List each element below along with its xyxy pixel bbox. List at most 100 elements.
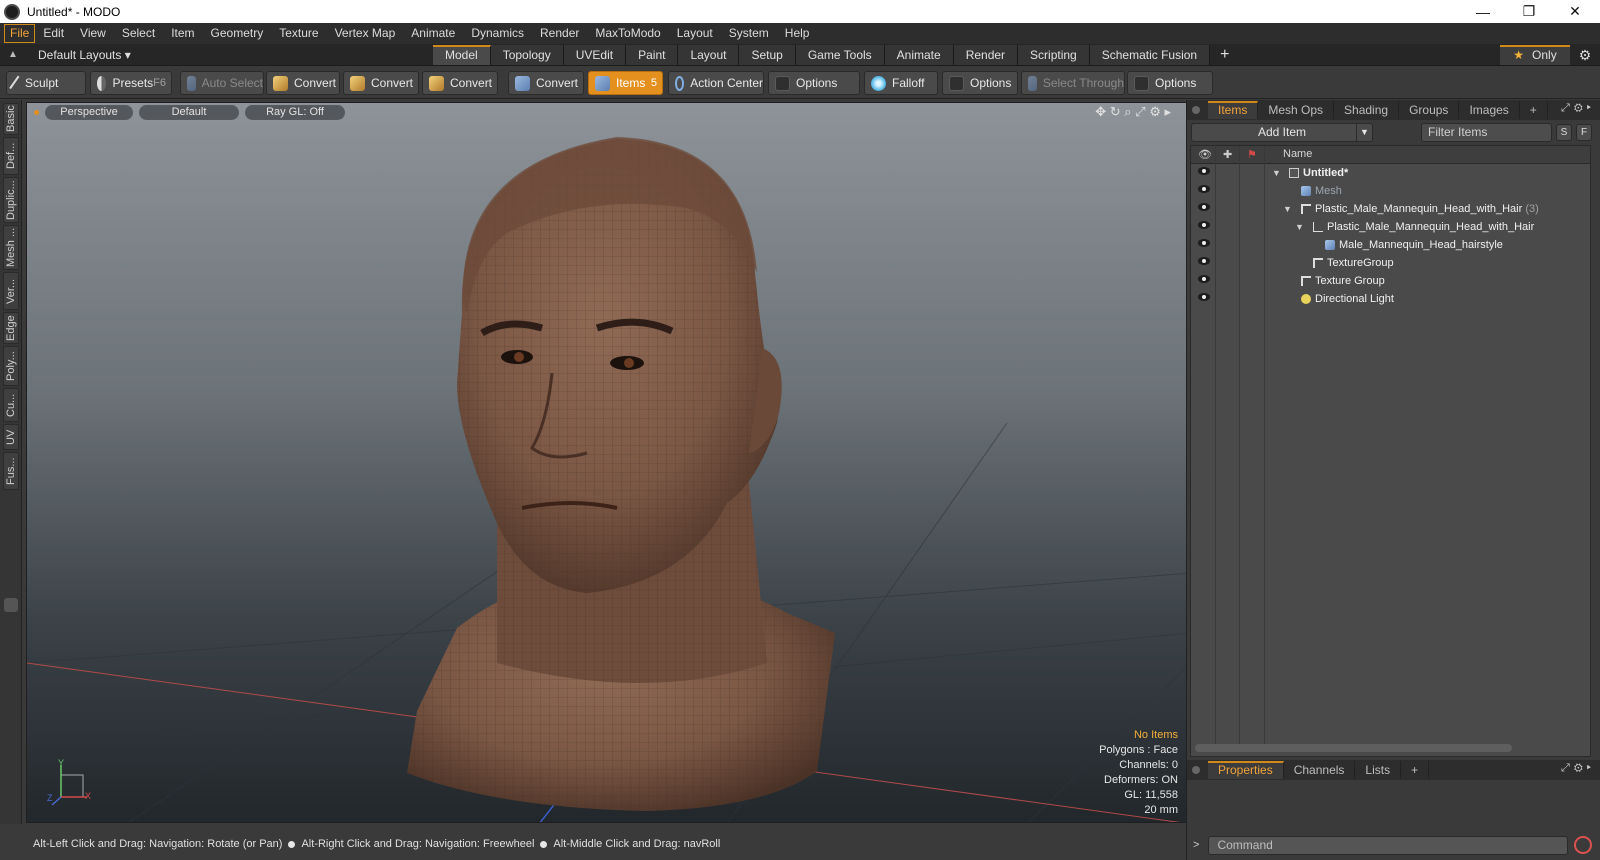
visibility-eye-icon[interactable] — [1198, 257, 1210, 265]
auto-select-button[interactable]: Auto Select — [180, 71, 264, 95]
tab-setup[interactable]: Setup — [739, 44, 796, 65]
expand-triangle-icon[interactable]: ▼ — [1272, 164, 1281, 182]
menu-vertex-map[interactable]: Vertex Map — [327, 23, 404, 44]
vtab-uv[interactable]: UV — [3, 424, 19, 450]
lock-column-icon[interactable]: ✚ — [1223, 148, 1232, 161]
filter-f-button[interactable]: F — [1576, 124, 1592, 141]
expand-triangle-icon[interactable]: ▼ — [1295, 218, 1304, 236]
convert-button-3[interactable]: Convert — [422, 71, 498, 95]
layout-selector[interactable]: Default Layouts ▾ — [38, 48, 433, 62]
vtab-mesh[interactable]: Mesh ... — [3, 225, 19, 270]
vtab-polygon[interactable]: Poly... — [3, 346, 19, 386]
items-mode-button[interactable]: Items 5 — [588, 71, 663, 95]
visibility-eye-icon[interactable] — [1198, 203, 1210, 211]
tab-uvedit[interactable]: UVEdit — [563, 44, 627, 65]
convert-button-2[interactable]: Convert — [343, 71, 419, 95]
tree-row-light[interactable]: Directional Light — [1191, 290, 1590, 308]
viewport-nav-tools[interactable]: ✥ ↻ ⌕ ⤢ ⚙ ▸ — [1095, 103, 1171, 121]
3d-viewport[interactable]: Y X Z Perspective Default Ray GL: Off ✥ … — [26, 102, 1190, 823]
menu-maxtomodo[interactable]: MaxToModo — [587, 23, 668, 44]
convert-button-1[interactable]: Convert — [266, 71, 340, 95]
menu-help[interactable]: Help — [777, 23, 818, 44]
vtab-curve[interactable]: Cu... — [3, 388, 19, 422]
menu-animate[interactable]: Animate — [403, 23, 463, 44]
layout-gear-icon[interactable]: ⚙ — [1574, 44, 1596, 66]
add-panel-tab-button[interactable]: + — [1401, 761, 1430, 779]
visibility-eye-icon[interactable] — [1198, 239, 1210, 247]
menu-layout[interactable]: Layout — [669, 23, 721, 44]
panel-lock-icon[interactable] — [1192, 106, 1200, 114]
options-button-1[interactable]: Options — [768, 71, 860, 95]
vtab-basic[interactable]: Basic — [3, 103, 19, 135]
action-center-button[interactable]: Action Center — [668, 71, 764, 95]
sculpt-button[interactable]: Sculpt — [6, 71, 86, 95]
vtab-vertex[interactable]: Ver... — [3, 272, 19, 310]
visibility-eye-icon[interactable] — [1198, 167, 1210, 175]
tree-row-hairstyle[interactable]: Male_Mannequin_Head_hairstyle — [1191, 236, 1590, 254]
falloff-button[interactable]: Falloff — [864, 71, 938, 95]
close-button[interactable]: ✕ — [1552, 0, 1598, 23]
filter-items-input[interactable]: Filter Items — [1421, 123, 1552, 142]
options-button-3[interactable]: Options — [1127, 71, 1213, 95]
tab-lists[interactable]: Lists — [1355, 761, 1402, 779]
options-button-2[interactable]: Options — [942, 71, 1018, 95]
minimize-button[interactable]: — — [1460, 0, 1506, 23]
tab-topology[interactable]: Topology — [490, 44, 564, 65]
collapse-toolbar-icon[interactable]: ▲ — [0, 49, 26, 60]
tab-items[interactable]: Items — [1208, 101, 1259, 119]
command-input[interactable]: Command — [1208, 835, 1569, 855]
panel-options-icon[interactable]: ⤢⚙▸ — [1561, 102, 1595, 115]
tree-row-texture-group[interactable]: Texture Group — [1191, 272, 1590, 290]
menu-texture[interactable]: Texture — [271, 23, 326, 44]
tab-game-tools[interactable]: Game Tools — [795, 44, 885, 65]
select-through-button[interactable]: Select Through — [1021, 71, 1125, 95]
menu-view[interactable]: View — [72, 23, 114, 44]
restore-button[interactable]: ❐ — [1506, 0, 1552, 23]
tab-animate[interactable]: Animate — [884, 44, 954, 65]
visibility-eye-icon[interactable] — [1198, 275, 1210, 283]
tree-row-mesh[interactable]: Mesh — [1191, 182, 1590, 200]
expand-triangle-icon[interactable]: ▼ — [1283, 200, 1292, 218]
shading-dropdown[interactable]: Default — [139, 104, 239, 120]
menu-system[interactable]: System — [721, 23, 777, 44]
panel-options-icon[interactable]: ⤢⚙▸ — [1561, 762, 1595, 775]
menu-dynamics[interactable]: Dynamics — [463, 23, 532, 44]
record-macro-icon[interactable] — [1574, 836, 1593, 854]
panel-lock-icon[interactable] — [1192, 766, 1200, 774]
menu-file[interactable]: File — [4, 24, 36, 43]
tree-row-scene[interactable]: ▼ Untitled* — [1191, 164, 1590, 182]
tab-render[interactable]: Render — [953, 44, 1019, 65]
menu-item[interactable]: Item — [163, 23, 202, 44]
menu-geometry[interactable]: Geometry — [203, 23, 272, 44]
tree-row-locator[interactable]: ▼ Plastic_Male_Mannequin_Head_with_Hair — [1191, 218, 1590, 236]
tab-shading[interactable]: Shading — [1334, 101, 1400, 119]
presets-button[interactable]: Presets F6 — [90, 71, 172, 95]
name-column-header[interactable]: Name — [1283, 148, 1312, 160]
visibility-eye-icon[interactable] — [1198, 221, 1210, 229]
convert-button-4[interactable]: Convert — [508, 71, 584, 95]
color-column-icon[interactable]: ⚑ — [1247, 148, 1257, 161]
visibility-eye-icon[interactable] — [1198, 293, 1210, 301]
view-type-dropdown[interactable]: Perspective — [45, 104, 133, 120]
tree-row-group[interactable]: ▼ Plastic_Male_Mannequin_Head_with_Hair … — [1191, 200, 1590, 218]
visibility-eye-icon[interactable] — [1198, 185, 1210, 193]
tab-images[interactable]: Images — [1459, 101, 1520, 119]
tab-schematic-fusion[interactable]: Schematic Fusion — [1089, 44, 1211, 65]
visibility-column-icon[interactable]: 👁 — [1198, 148, 1212, 161]
tab-layout[interactable]: Layout — [678, 44, 740, 65]
vtab-duplicate[interactable]: Duplic... — [3, 177, 19, 223]
menu-select[interactable]: Select — [114, 23, 163, 44]
tab-mesh-ops[interactable]: Mesh Ops — [1258, 101, 1335, 119]
add-layout-tab-button[interactable]: + — [1210, 46, 1239, 64]
viewport-active-dot[interactable] — [34, 109, 39, 115]
tab-groups[interactable]: Groups — [1399, 101, 1460, 119]
tree-horizontal-scrollbar[interactable] — [1195, 744, 1512, 752]
add-vtab-button[interactable] — [4, 598, 18, 612]
add-item-dropdown[interactable]: Add Item ▼ — [1191, 123, 1373, 142]
only-toggle-button[interactable]: ★ Only — [1500, 45, 1570, 65]
tab-model[interactable]: Model — [433, 44, 491, 65]
tab-channels[interactable]: Channels — [1284, 761, 1356, 779]
vtab-edge[interactable]: Edge — [3, 312, 19, 344]
tab-scripting[interactable]: Scripting — [1018, 44, 1090, 65]
add-panel-tab-button[interactable]: + — [1520, 101, 1548, 119]
